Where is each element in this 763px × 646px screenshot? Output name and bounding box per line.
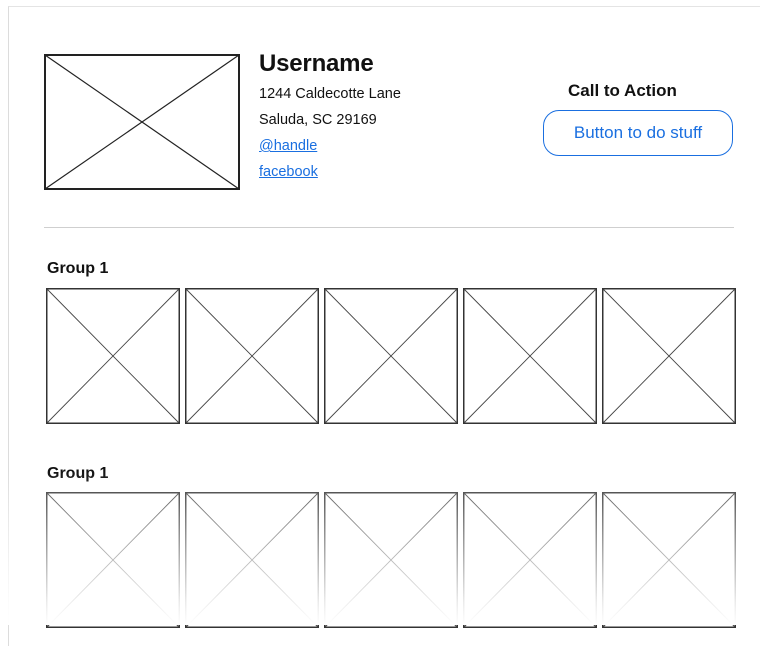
image-placeholder-icon xyxy=(602,288,736,424)
image-placeholder-icon xyxy=(602,492,736,628)
image-placeholder-icon xyxy=(324,288,458,424)
group-title: Group 1 xyxy=(47,260,109,277)
handle-link[interactable]: @handle xyxy=(259,138,317,154)
image-placeholder-icon xyxy=(46,288,180,424)
image-placeholder-icon xyxy=(185,288,319,424)
facebook-link[interactable]: facebook xyxy=(259,164,318,180)
image-placeholder-icon xyxy=(463,492,597,628)
cta-title: Call to Action xyxy=(568,81,677,100)
profile-username: Username xyxy=(259,50,374,77)
profile-address-line2: Saluda, SC 29169 xyxy=(259,112,377,128)
profile-address-line1: 1244 Caldecotte Lane xyxy=(259,86,401,102)
image-placeholder-icon xyxy=(463,288,597,424)
image-placeholder-icon xyxy=(185,492,319,628)
profile-image-placeholder-icon xyxy=(44,54,240,190)
cta-button[interactable]: Button to do stuff xyxy=(543,110,733,156)
section-divider xyxy=(44,227,734,228)
group-title: Group 1 xyxy=(47,465,109,482)
image-placeholder-icon xyxy=(46,492,180,628)
image-placeholder-icon xyxy=(324,492,458,628)
